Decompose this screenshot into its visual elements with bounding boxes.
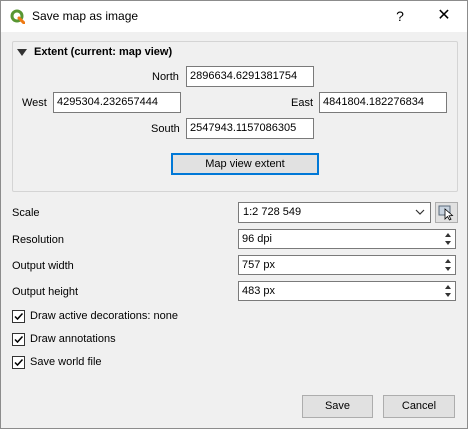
- cancel-button[interactable]: Cancel: [383, 395, 455, 418]
- save-world-file-label: Save world file: [30, 356, 102, 368]
- draw-annotations-checkbox[interactable]: [12, 332, 25, 346]
- pick-scale-button[interactable]: [435, 202, 458, 223]
- save-button[interactable]: Save: [302, 395, 373, 418]
- resolution-spinbox[interactable]: 96 dpi: [238, 229, 456, 249]
- output-height-spinbox[interactable]: 483 px: [238, 281, 456, 301]
- help-button[interactable]: ?: [387, 5, 413, 27]
- qgis-logo-icon: [10, 9, 26, 25]
- map-cursor-icon: [436, 205, 457, 225]
- west-label: West: [22, 97, 47, 109]
- save-world-file-checkbox-row[interactable]: Save world file: [12, 354, 102, 370]
- map-view-extent-button[interactable]: Map view extent: [171, 153, 319, 175]
- east-input[interactable]: 4841804.182276834: [319, 92, 447, 113]
- output-width-value: 757 px: [242, 259, 276, 271]
- draw-annotations-label: Draw annotations: [30, 333, 116, 345]
- scale-combobox[interactable]: 1:2 728 549: [238, 202, 431, 223]
- extent-group-header[interactable]: Extent (current: map view): [17, 45, 172, 59]
- west-input[interactable]: 4295304.232657444: [53, 92, 181, 113]
- output-width-label: Output width: [12, 260, 74, 272]
- title-bar: Save map as image ? ✕: [1, 1, 467, 32]
- north-label: North: [152, 71, 179, 83]
- window-title: Save map as image: [32, 9, 139, 23]
- scale-value: 1:2 728 549: [243, 206, 302, 218]
- draw-decorations-checkbox[interactable]: [12, 309, 25, 323]
- collapse-arrow-icon[interactable]: [17, 48, 27, 56]
- output-height-label: Output height: [12, 286, 79, 298]
- chevron-down-icon: [415, 207, 425, 217]
- save-map-dialog: Save map as image ? ✕ Extent (current: m…: [0, 0, 468, 429]
- draw-decorations-label: Draw active decorations: none: [30, 310, 178, 322]
- scale-label: Scale: [12, 207, 40, 219]
- extent-group-title: Extent (current: map view): [34, 46, 173, 58]
- draw-annotations-checkbox-row[interactable]: Draw annotations: [12, 331, 116, 347]
- south-input[interactable]: 2547943.1157086305: [186, 118, 314, 139]
- save-world-file-checkbox[interactable]: [12, 355, 25, 369]
- output-width-spin-arrows[interactable]: [441, 257, 454, 273]
- south-label: South: [151, 123, 180, 135]
- east-label: East: [291, 97, 314, 109]
- close-button[interactable]: ✕: [429, 5, 459, 27]
- resolution-label: Resolution: [12, 234, 64, 246]
- output-height-value: 483 px: [242, 285, 276, 297]
- resolution-spin-arrows[interactable]: [441, 231, 454, 247]
- output-width-spinbox[interactable]: 757 px: [238, 255, 456, 275]
- resolution-value: 96 dpi: [242, 233, 272, 245]
- draw-decorations-checkbox-row[interactable]: Draw active decorations: none: [12, 308, 178, 324]
- output-height-spin-arrows[interactable]: [441, 283, 454, 299]
- north-input[interactable]: 2896634.6291381754: [186, 66, 314, 87]
